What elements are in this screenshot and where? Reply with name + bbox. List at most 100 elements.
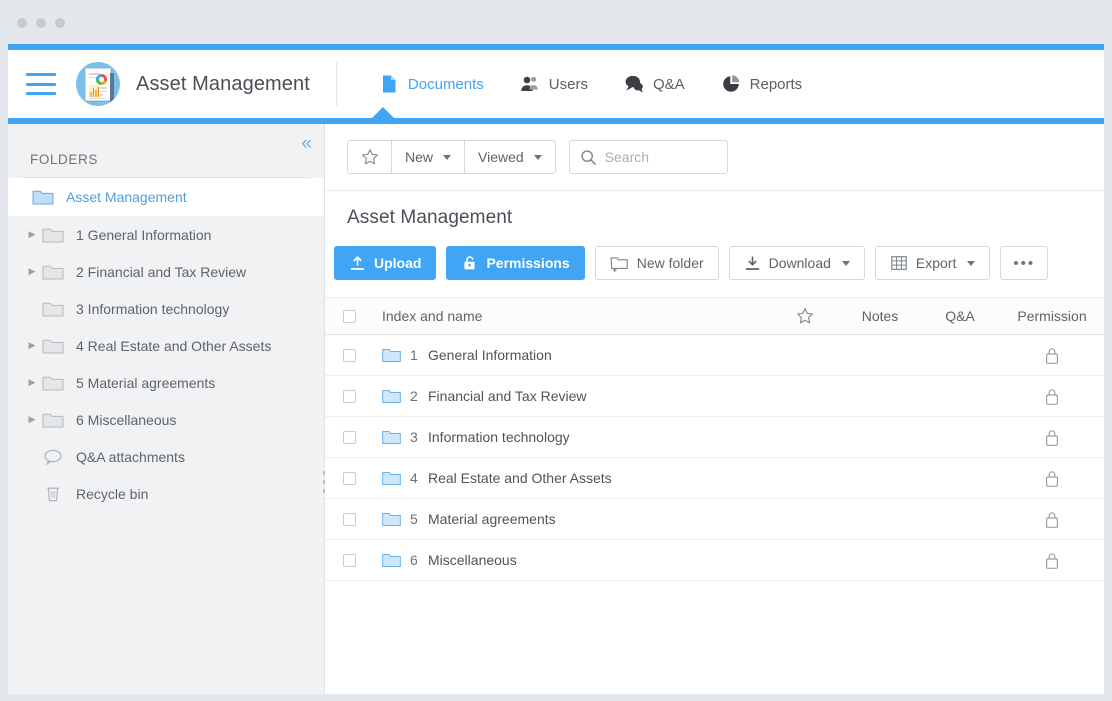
column-header-permission[interactable]: Permission [1000,308,1104,324]
expand-arrow-icon[interactable]: ▶ [24,267,40,276]
favorites-filter-button[interactable] [347,140,392,174]
row-index: 5 [410,511,419,527]
sidebar-item-6-miscellaneous[interactable]: ▶ 6 Miscellaneous [8,401,324,438]
double-chevron-left-icon[interactable]: « [301,134,310,153]
row-checkbox[interactable] [325,390,373,403]
lock-icon [1044,510,1060,529]
folder-icon-blue [382,512,401,527]
tab-qa-label: Q&A [653,76,685,93]
column-header-qa[interactable]: Q&A [920,308,1000,324]
window-close-dot[interactable] [17,18,27,28]
chevron-down-icon [842,261,850,266]
active-tab-indicator [372,107,394,118]
expand-arrow-icon[interactable]: ▶ [24,415,40,424]
search-icon [580,149,597,166]
sidebar-item-3-information-technology[interactable]: 3 Information technology [8,290,324,327]
row-name-label: Information technology [428,429,570,445]
lock-open-icon [461,254,478,272]
permissions-button[interactable]: Permissions [446,246,584,280]
sidebar-item-recycle-bin[interactable]: Recycle bin [8,475,324,512]
sidebar-item-label: 3 Information technology [76,301,229,317]
viewed-dropdown-button[interactable]: Viewed [464,140,556,174]
sidebar-item-5-material-agreements[interactable]: ▶ 5 Material agreements [8,364,324,401]
app-body: « FOLDERS Asset Management ▶ 1 General I… [8,124,1104,694]
select-all-checkbox[interactable] [325,310,373,323]
folder-icon-blue [382,553,401,568]
row-name-cell[interactable]: 6 Miscellaneous [373,552,770,568]
row-checkbox[interactable] [325,431,373,444]
more-options-button[interactable]: ••• [1000,246,1048,280]
new-folder-button[interactable]: New folder [595,246,719,280]
row-checkbox[interactable] [325,513,373,526]
column-header-notes[interactable]: Notes [840,308,920,324]
folder-icon-gray [42,263,64,281]
sidebar-item-asset-management[interactable]: Asset Management [8,178,324,216]
sidebar-item-label: 2 Financial and Tax Review [76,264,246,280]
row-name-cell[interactable]: 2 Financial and Tax Review [373,388,770,404]
tab-qa[interactable]: Q&A [606,50,703,118]
expand-arrow-icon[interactable]: ▶ [24,230,40,239]
sidebar-item-label: Asset Management [66,189,187,205]
folder-icon-gray [42,300,64,318]
row-permission-cell[interactable] [1000,428,1104,447]
star-outline-icon [361,148,379,166]
table-row[interactable]: 6 Miscellaneous [325,540,1104,581]
star-outline-icon [796,307,814,325]
tab-reports[interactable]: Reports [703,50,821,118]
documents-table: Index and name Notes Q&A Permission [325,297,1104,581]
folder-icon-blue [382,389,401,404]
hamburger-menu-icon[interactable] [26,73,56,95]
lock-icon [1044,469,1060,488]
sidebar-item-label: Q&A attachments [76,449,185,465]
row-name-cell[interactable]: 5 Material agreements [373,511,770,527]
row-name-label: General Information [428,347,552,363]
row-permission-cell[interactable] [1000,346,1104,365]
expand-arrow-icon[interactable]: ▶ [24,341,40,350]
lock-icon [1044,387,1060,406]
table-row[interactable]: 4 Real Estate and Other Assets [325,458,1104,499]
sidebar-item-label: 1 General Information [76,227,211,243]
users-icon [520,74,540,94]
lock-icon [1044,346,1060,365]
export-button[interactable]: Export [875,246,990,280]
sidebar-item-4-real-estate-and-other-assets[interactable]: ▶ 4 Real Estate and Other Assets [8,327,324,364]
row-name-label: Financial and Tax Review [428,388,587,404]
sidebar-item-qa-attachments[interactable]: Q&A attachments [8,438,324,475]
table-row[interactable]: 3 Information technology [325,417,1104,458]
search-box[interactable] [569,140,728,174]
upload-button[interactable]: Upload [334,246,436,280]
document-icon [379,74,399,94]
row-index: 4 [410,470,419,486]
viewed-dropdown-label: Viewed [478,149,524,165]
tab-users[interactable]: Users [502,50,606,118]
download-button[interactable]: Download [729,246,865,280]
row-checkbox[interactable] [325,554,373,567]
sidebar-item-2-financial-and-tax-review[interactable]: ▶ 2 Financial and Tax Review [8,253,324,290]
column-header-index-and-name[interactable]: Index and name [373,308,770,324]
download-button-label: Download [769,255,831,271]
row-checkbox[interactable] [325,472,373,485]
sidebar-item-1-general-information[interactable]: ▶ 1 General Information [8,216,324,253]
row-name-cell[interactable]: 4 Real Estate and Other Assets [373,470,770,486]
expand-arrow-icon[interactable]: ▶ [24,378,40,387]
row-permission-cell[interactable] [1000,469,1104,488]
row-name-cell[interactable]: 3 Information technology [373,429,770,445]
row-checkbox[interactable] [325,349,373,362]
table-row[interactable]: 2 Financial and Tax Review [325,376,1104,417]
table-row[interactable]: 5 Material agreements [325,499,1104,540]
row-permission-cell[interactable] [1000,510,1104,529]
row-name-cell[interactable]: 1 General Information [373,347,770,363]
sidebar-item-label: 6 Miscellaneous [76,412,176,428]
window-minimize-dot[interactable] [36,18,46,28]
chevron-down-icon [443,155,451,160]
new-dropdown-button[interactable]: New [391,140,465,174]
column-header-favorite[interactable] [770,307,840,325]
window-maximize-dot[interactable] [55,18,65,28]
new-folder-button-label: New folder [637,255,704,271]
row-permission-cell[interactable] [1000,551,1104,570]
row-permission-cell[interactable] [1000,387,1104,406]
tab-users-label: Users [549,76,588,93]
table-row[interactable]: 1 General Information [325,335,1104,376]
chevron-down-icon [534,155,542,160]
search-input[interactable] [605,149,715,165]
